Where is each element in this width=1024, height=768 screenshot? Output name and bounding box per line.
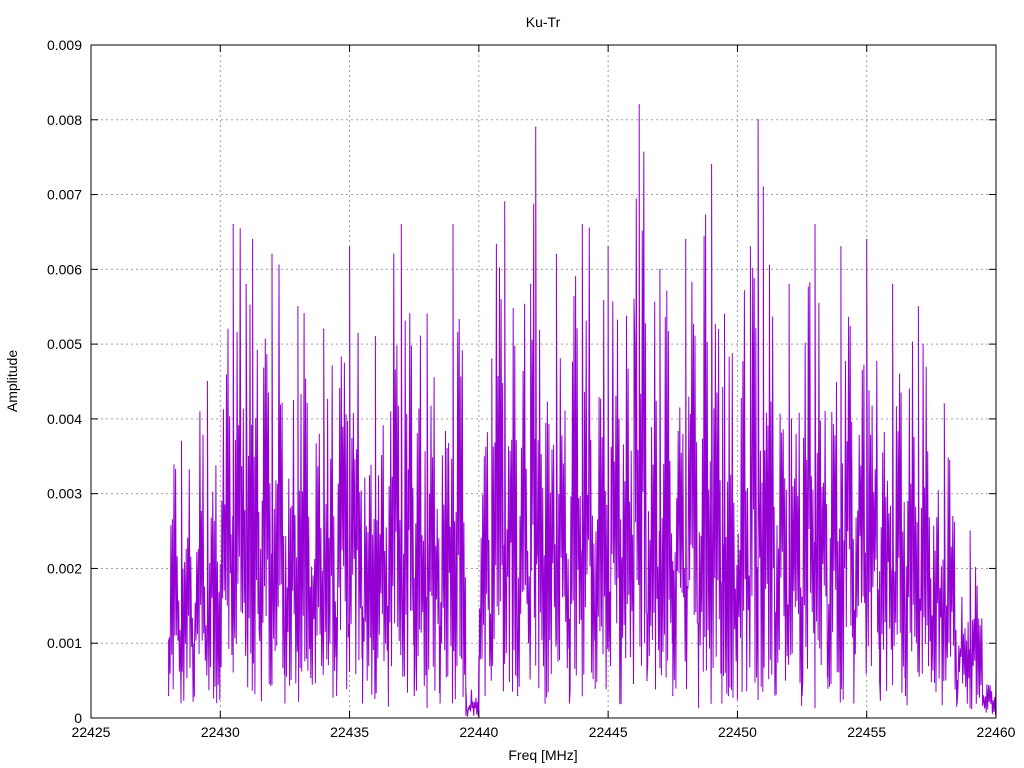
x-tick-label: 22440 [459,724,498,740]
data-point [930,672,932,674]
data-point [801,694,803,697]
y-tick-label: 0.004 [47,411,82,427]
data-point [323,328,325,330]
y-tick-label: 0.006 [47,261,82,277]
data-point [879,680,881,682]
data-point [775,665,777,667]
data-point [535,126,537,128]
data-point [956,702,958,704]
y-tick-label: 0.005 [47,336,82,352]
data-point [840,246,842,248]
data-point [206,380,208,383]
x-tick-label: 22450 [718,724,757,740]
data-point [529,283,532,285]
y-tick-label: 0.009 [47,37,82,53]
data-point [917,306,920,308]
x-tick-label: 22435 [330,724,369,740]
x-tick-label: 22430 [201,724,240,740]
x-axis-label: Freq [MHz] [508,747,577,763]
data-point [646,680,648,682]
y-tick-label: 0.001 [47,635,82,651]
data-point [504,201,506,203]
x-tick-label: 22445 [589,724,628,740]
data-point [788,283,790,285]
data-point [568,702,570,704]
data-point [659,268,661,270]
data-point [721,702,723,704]
data-point [982,694,984,697]
data-point [555,253,558,255]
data-point [374,336,377,338]
data-point [426,313,428,315]
data-point [387,687,389,689]
data-point [633,298,635,300]
data-point [866,238,868,241]
data-point [607,246,609,248]
data-point [672,694,674,697]
data-point [517,694,519,697]
data-point [400,223,402,226]
data-point [749,246,751,248]
data-point [491,358,493,360]
x-tick-label: 22460 [977,724,1016,740]
data-point [180,440,183,442]
data-point [167,694,170,697]
data-point [943,403,945,405]
data-point [245,283,247,285]
data-point [348,246,351,248]
data-point [232,223,234,226]
data-point [969,530,971,532]
data-point [284,702,286,704]
y-tick-label: 0.003 [47,486,82,502]
data-point [638,104,640,106]
data-point [620,694,622,697]
y-tick-label: 0 [74,710,82,726]
data-point [297,306,299,308]
data-point [361,702,364,704]
data-point [252,238,254,241]
chart-title: Ku-Tr [526,14,561,30]
data-point [219,657,221,659]
data-point [853,702,855,704]
data-point [891,283,894,285]
data-point [542,657,545,659]
data-point [581,223,583,226]
data-point [465,687,467,689]
x-tick-label: 22425 [72,724,111,740]
data-point [336,694,338,697]
data-point [478,709,480,712]
chart: 22425 22430 22435 22440 22445 22450 22455 22460… [0,0,1024,768]
data-point [271,253,273,255]
data-point [193,650,196,652]
data-point [594,687,596,689]
data-point [685,238,687,241]
data-point [439,702,441,704]
data-point [452,223,454,226]
data-point [814,223,816,226]
data-point [762,186,764,188]
y-tick-label: 0.008 [47,112,82,128]
data-point [698,672,700,674]
y-tick-label: 0.007 [47,187,82,203]
y-axis-label: Amplitude [4,350,20,412]
data-point [757,119,759,121]
data-point [904,694,907,697]
x-tick-label: 22455 [847,724,886,740]
data-point [413,694,415,697]
y-tick-label: 0.002 [47,560,82,576]
data-point [258,627,260,629]
data-point [710,164,713,166]
data-point [723,313,726,315]
data-point [736,694,739,697]
data-point [310,672,312,674]
data-point [827,687,829,689]
